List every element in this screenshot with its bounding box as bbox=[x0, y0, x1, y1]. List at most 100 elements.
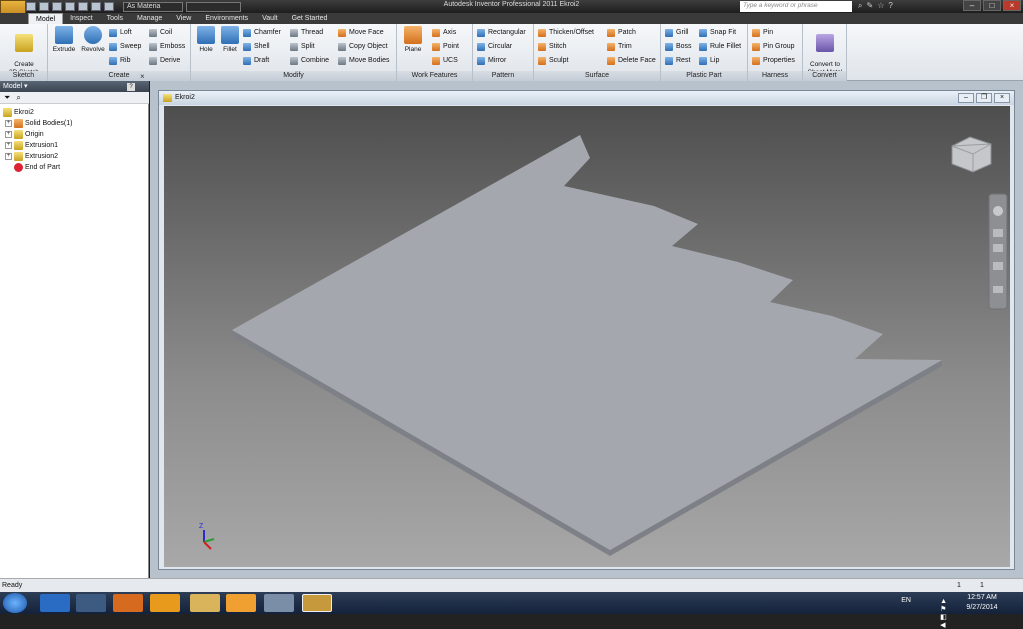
convert-to-sheet-metal-button[interactable]: Convert to Sheet Metal bbox=[805, 26, 845, 76]
lip-icon bbox=[699, 56, 707, 65]
loft-button[interactable]: Loft bbox=[109, 27, 132, 38]
tab-view[interactable]: View bbox=[169, 13, 198, 24]
find-icon[interactable]: ⌕ bbox=[16, 93, 20, 103]
ucs-button[interactable]: UCS bbox=[432, 55, 458, 66]
panel-create: Extrude Revolve Loft Sweep Rib Coil Embo… bbox=[48, 24, 191, 81]
tab-model[interactable]: Model bbox=[28, 13, 64, 24]
circular-pattern-button[interactable]: Circular bbox=[477, 41, 512, 52]
star-icon[interactable]: ☆ bbox=[877, 1, 884, 11]
plane-button[interactable]: Plane bbox=[400, 26, 426, 54]
media-player-icon[interactable] bbox=[76, 594, 106, 612]
thicken-offset-button[interactable]: Thicken/Offset bbox=[538, 27, 594, 38]
rule-fillet-button[interactable]: Rule Fillet bbox=[699, 41, 741, 52]
boss-button[interactable]: Boss bbox=[665, 41, 692, 52]
maximize-button[interactable]: □ bbox=[983, 0, 1001, 11]
browser-title[interactable]: Model bbox=[3, 83, 22, 90]
rest-button[interactable]: Rest bbox=[665, 55, 690, 66]
doc-minimize-button[interactable]: – bbox=[958, 93, 974, 103]
combine-button[interactable]: Combine bbox=[290, 55, 329, 66]
expand-toggle[interactable]: + bbox=[5, 131, 12, 138]
rectangular-pattern-button[interactable]: Rectangular bbox=[477, 27, 526, 38]
patch-button[interactable]: Patch bbox=[607, 27, 636, 38]
revolve-button[interactable]: Revolve bbox=[79, 26, 107, 54]
pin-button[interactable]: Pin bbox=[752, 27, 773, 38]
browser-help-button[interactable]: ? bbox=[127, 83, 135, 91]
tab-get-started[interactable]: Get Started bbox=[285, 13, 335, 24]
move-face-button[interactable]: Move Face bbox=[338, 27, 384, 38]
tree-node-extrusion2[interactable]: + Extrusion2 bbox=[3, 151, 147, 162]
tab-inspect[interactable]: Inspect bbox=[63, 13, 100, 24]
tree-node-solid-bodies[interactable]: + Solid Bodies(1) bbox=[3, 118, 147, 129]
status-count-1: 1 bbox=[957, 582, 961, 589]
firefox-icon[interactable] bbox=[113, 594, 143, 612]
axis-button[interactable]: Axis bbox=[432, 27, 456, 38]
copy-object-button[interactable]: Copy Object bbox=[338, 41, 388, 52]
expand-toggle[interactable]: + bbox=[5, 120, 12, 127]
close-button[interactable]: × bbox=[1003, 0, 1021, 11]
move-bodies-button[interactable]: Move Bodies bbox=[338, 55, 389, 66]
paint-icon[interactable] bbox=[264, 594, 294, 612]
tab-tools[interactable]: Tools bbox=[100, 13, 130, 24]
tree-node-part[interactable]: Ekroi2 bbox=[3, 107, 147, 118]
chamfer-button[interactable]: Chamfer bbox=[243, 27, 281, 38]
create-2d-sketch-button[interactable]: Create 2D Sketch bbox=[6, 26, 42, 76]
clock-time[interactable]: 12:57 AM bbox=[957, 594, 1007, 601]
inventor-taskbar-icon[interactable] bbox=[302, 594, 332, 612]
language-indicator[interactable]: EN bbox=[901, 597, 911, 604]
help-icon[interactable]: ? bbox=[888, 1, 892, 11]
tab-environments[interactable]: Environments bbox=[198, 13, 255, 24]
orbit-icon bbox=[993, 262, 1003, 270]
tree-label: Extrusion1 bbox=[25, 142, 59, 149]
start-button[interactable] bbox=[3, 593, 27, 613]
doc-restore-button[interactable]: ❐ bbox=[976, 93, 992, 103]
browser-close-button[interactable]: × bbox=[140, 72, 145, 81]
sculpt-button[interactable]: Sculpt bbox=[538, 55, 568, 66]
stitch-button[interactable]: Stitch bbox=[538, 41, 567, 52]
rib-button[interactable]: Rib bbox=[109, 55, 131, 66]
clock-date[interactable]: 9/27/2014 bbox=[957, 604, 1007, 611]
shell-button[interactable]: Shell bbox=[243, 41, 270, 52]
split-button[interactable]: Split bbox=[290, 41, 315, 52]
thread-button[interactable]: Thread bbox=[290, 27, 323, 38]
extrude-button[interactable]: Extrude bbox=[50, 26, 78, 54]
draft-button[interactable]: Draft bbox=[243, 55, 269, 66]
navigation-bar[interactable] bbox=[988, 193, 1008, 310]
internet-explorer-icon[interactable] bbox=[40, 594, 70, 612]
pin-group-button[interactable]: Pin Group bbox=[752, 41, 795, 52]
derive-button[interactable]: Derive bbox=[149, 55, 180, 66]
explorer-folder-icon[interactable] bbox=[190, 594, 220, 612]
doc-close-button[interactable]: × bbox=[994, 93, 1010, 103]
orange-app-icon[interactable] bbox=[150, 594, 180, 612]
filter-icon[interactable]: ⏷ bbox=[4, 93, 10, 103]
snap-fit-button[interactable]: Snap Fit bbox=[699, 27, 736, 38]
lip-button[interactable]: Lip bbox=[699, 55, 719, 66]
tree-node-extrusion1[interactable]: + Extrusion1 bbox=[3, 140, 147, 151]
sweep-button[interactable]: Sweep bbox=[109, 41, 141, 52]
properties-button[interactable]: Properties bbox=[752, 55, 795, 66]
minimize-button[interactable]: – bbox=[963, 0, 981, 11]
tree-node-origin[interactable]: + Origin bbox=[3, 129, 147, 140]
graphics-viewport[interactable]: Z bbox=[164, 106, 1010, 567]
point-button[interactable]: Point bbox=[432, 41, 459, 52]
emboss-button[interactable]: Emboss bbox=[149, 41, 185, 52]
expand-toggle[interactable]: + bbox=[5, 153, 12, 160]
expand-toggle[interactable]: + bbox=[5, 142, 12, 149]
trim-button[interactable]: Trim bbox=[607, 41, 632, 52]
binoculars-icon[interactable]: ⌕ bbox=[858, 1, 862, 11]
mirror-button[interactable]: Mirror bbox=[477, 55, 506, 66]
hole-button[interactable]: Hole bbox=[194, 26, 218, 54]
thread-icon bbox=[290, 28, 298, 37]
coil-button[interactable]: Coil bbox=[149, 27, 172, 38]
view-cube[interactable] bbox=[951, 136, 992, 173]
fillet-button[interactable]: Fillet bbox=[218, 26, 242, 54]
delete-face-button[interactable]: Delete Face bbox=[607, 55, 656, 66]
tools-icon[interactable]: ✎ bbox=[866, 1, 873, 11]
app-icon[interactable] bbox=[226, 594, 256, 612]
grill-button[interactable]: Grill bbox=[665, 27, 688, 38]
search-input[interactable]: Type a keyword or phrase bbox=[740, 1, 852, 12]
tab-vault[interactable]: Vault bbox=[255, 13, 284, 24]
model-tree: Ekroi2 + Solid Bodies(1) + Origin + Extr… bbox=[3, 107, 147, 173]
extrusion-icon bbox=[14, 141, 23, 150]
tab-manage[interactable]: Manage bbox=[130, 13, 169, 24]
tree-node-end-of-part[interactable]: End of Part bbox=[3, 162, 147, 173]
